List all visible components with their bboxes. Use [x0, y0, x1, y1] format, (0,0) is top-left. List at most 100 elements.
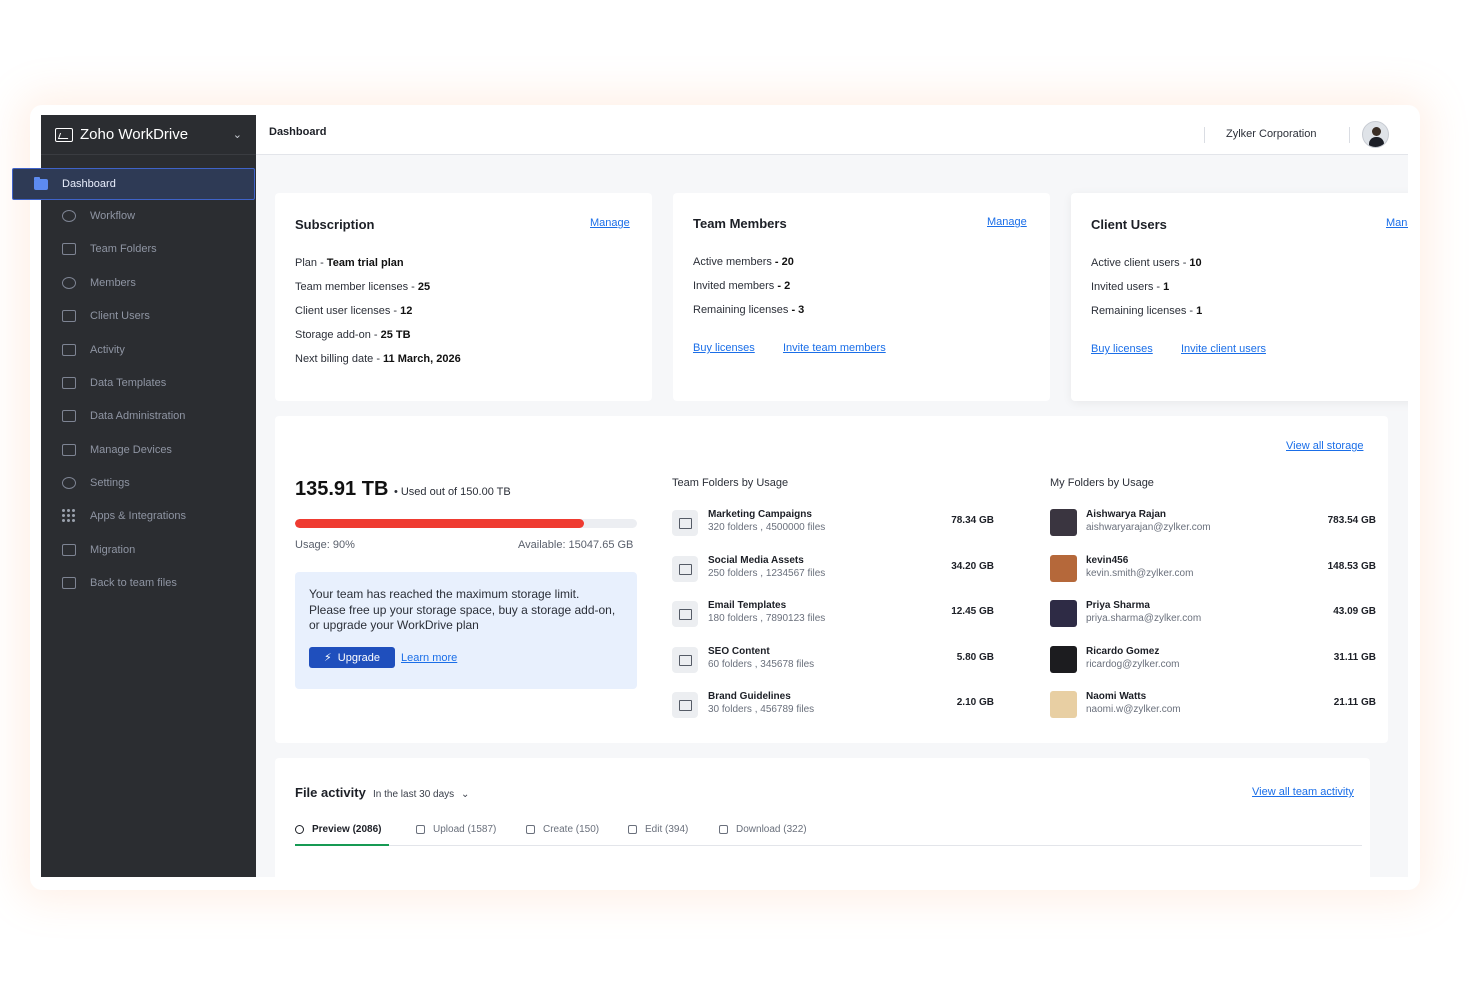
- sidebar-item-label: Back to team files: [90, 576, 177, 589]
- folder-icon: [34, 176, 48, 190]
- remaining-licenses-row: Remaining licenses - 3: [693, 304, 805, 316]
- subscription-manage-link[interactable]: Manage: [590, 217, 630, 229]
- team-manage-link[interactable]: Manage: [987, 216, 1027, 228]
- my-folder-row[interactable]: Aishwarya Rajan aishwaryarajan@zylker.com…: [1050, 506, 1376, 542]
- tab-preview[interactable]: Preview (2086): [295, 824, 382, 835]
- sidebar-item-data-administration[interactable]: Data Administration: [41, 399, 256, 432]
- storage-progress-bar: [295, 519, 637, 528]
- app-switcher[interactable]: Zoho WorkDrive ⌄: [41, 115, 256, 155]
- sidebar-item-manage-devices[interactable]: Manage Devices: [41, 433, 256, 466]
- folder-size: 783.54 GB: [1327, 515, 1376, 526]
- sidebar-item-apps-integrations[interactable]: Apps & Integrations: [41, 499, 256, 532]
- activity-icon: [62, 343, 76, 356]
- team-folders-usage-title: Team Folders by Usage: [672, 477, 789, 489]
- sidebar-item-client-users[interactable]: Client Users: [41, 299, 256, 332]
- plan-row: Plan - Team trial plan: [295, 257, 404, 269]
- upgrade-button[interactable]: ⚡︎ Upgrade: [309, 647, 395, 668]
- team-folder-icon: [672, 510, 698, 536]
- storage-limit-alert: Your team has reached the maximum storag…: [295, 572, 637, 689]
- folder-size: 21.11 GB: [1333, 697, 1376, 708]
- billing-date-row: Next billing date - 11 March, 2026: [295, 353, 461, 365]
- buy-licenses-link[interactable]: Buy licenses: [1091, 343, 1153, 355]
- team-folder-row[interactable]: Email Templates 180 folders , 7890123 fil…: [672, 597, 1002, 633]
- invite-client-users-link[interactable]: Invite client users: [1181, 343, 1266, 355]
- organization-name[interactable]: Zylker Corporation: [1226, 128, 1316, 140]
- user-thumbnail: [1050, 509, 1077, 536]
- lightning-icon: ⚡︎: [324, 652, 332, 664]
- view-all-storage-link[interactable]: View all storage: [1286, 440, 1363, 452]
- invited-users-row: Invited users - 1: [1091, 281, 1170, 293]
- team-folder-row[interactable]: SEO Content 60 folders , 345678 files 5.80…: [672, 643, 1002, 679]
- card-title: Subscription: [295, 217, 375, 232]
- date-range-dropdown[interactable]: In the last 30 days ⌄: [373, 789, 469, 800]
- folder-size: 5.80 GB: [956, 651, 994, 663]
- sidebar: Zoho WorkDrive ⌄ Workflow Team Folders M…: [41, 115, 256, 877]
- sidebar-item-team-folders[interactable]: Team Folders: [41, 232, 256, 265]
- sidebar-item-dashboard[interactable]: Dashboard: [12, 168, 255, 200]
- my-folder-row[interactable]: kevin456 kevin.smith@zylker.com 148.53 GB: [1050, 552, 1376, 588]
- available-storage: Available: 15047.65 GB: [518, 539, 634, 551]
- sidebar-item-workflow[interactable]: Workflow: [41, 199, 256, 232]
- team-folder-row[interactable]: Brand Guidelines 30 folders , 456789 file…: [672, 688, 1002, 724]
- sidebar-item-label: Workflow: [90, 209, 136, 222]
- user-thumbnail: [1050, 554, 1077, 582]
- folder-stats: 60 folders , 345678 files: [708, 658, 815, 670]
- tabs-divider: [295, 845, 1362, 846]
- sidebar-item-settings[interactable]: Settings: [41, 466, 256, 499]
- sidebar-item-back-to-team-files[interactable]: Back to team files: [41, 566, 256, 599]
- user-thumbnail: [1050, 645, 1077, 673]
- active-tab-indicator: [295, 844, 389, 846]
- sidebar-item-migration[interactable]: Migration: [41, 533, 256, 566]
- user-thumbnail: [1050, 691, 1077, 718]
- sidebar-item-label: Client Users: [90, 309, 150, 322]
- team-folder-row[interactable]: Marketing Campaigns 320 folders , 4500000…: [672, 506, 1002, 542]
- tab-upload[interactable]: Upload (1587): [416, 824, 496, 835]
- folder-name: Marketing Campaigns: [708, 509, 812, 520]
- folder-stats: 320 folders , 4500000 files: [708, 522, 826, 533]
- user-email: aishwaryarajan@zylker.com: [1086, 522, 1211, 533]
- file-activity-title: File activity: [295, 785, 366, 800]
- folder-stats: 250 folders , 1234567 files: [708, 567, 826, 579]
- devices-icon: [62, 443, 76, 456]
- eye-icon: [295, 825, 304, 834]
- header-divider: [1349, 127, 1350, 143]
- chevron-down-icon: ⌄: [460, 789, 470, 800]
- sidebar-item-label: Activity: [90, 343, 125, 356]
- tab-edit[interactable]: Edit (394): [628, 824, 688, 835]
- pencil-icon: [628, 825, 637, 834]
- card-title: Client Users: [1091, 217, 1167, 232]
- my-folder-row[interactable]: Priya Sharma priya.sharma@zylker.com 43.09…: [1050, 597, 1376, 633]
- storage-card: View all storage 135.91 TB • Used out of…: [275, 416, 1388, 743]
- client-manage-link[interactable]: Manage: [1386, 217, 1408, 229]
- user-name: Ricardo Gomez: [1086, 645, 1160, 657]
- file-activity-card: File activity In the last 30 days ⌄ View…: [275, 758, 1370, 877]
- folder-name: Social Media Assets: [708, 554, 804, 566]
- sidebar-item-label: Apps & Integrations: [90, 509, 187, 522]
- sidebar-item-activity[interactable]: Activity: [41, 333, 256, 366]
- my-folders-usage-title: My Folders by Usage: [1050, 477, 1154, 489]
- folder-name: Brand Guidelines: [708, 691, 791, 702]
- my-folder-row[interactable]: Naomi Watts naomi.w@zylker.com 21.11 GB: [1050, 688, 1376, 724]
- user-email: naomi.w@zylker.com: [1086, 704, 1181, 715]
- user-thumbnail: [1050, 600, 1077, 627]
- my-folder-row[interactable]: Ricardo Gomez ricardog@zylker.com 31.11 GB: [1050, 643, 1376, 679]
- gear-icon: [62, 476, 76, 489]
- team-folder-row[interactable]: Social Media Assets 250 folders , 1234567…: [672, 552, 1002, 588]
- sidebar-item-data-templates[interactable]: Data Templates: [41, 366, 256, 399]
- client-licenses-row: Client user licenses - 12: [295, 305, 413, 317]
- view-all-team-activity-link[interactable]: View all team activity: [1252, 786, 1354, 798]
- team-folder-icon: [672, 555, 698, 582]
- sidebar-item-label: Dashboard: [62, 178, 116, 190]
- storage-addon-row: Storage add-on - 25 TB: [295, 329, 411, 341]
- sidebar-item-members[interactable]: Members: [41, 266, 256, 299]
- tab-download[interactable]: Download (322): [719, 824, 807, 835]
- buy-licenses-link[interactable]: Buy licenses: [693, 342, 755, 354]
- learn-more-link[interactable]: Learn more: [401, 652, 457, 664]
- tab-create[interactable]: Create (150): [526, 824, 599, 835]
- sidebar-item-label: Team Folders: [90, 242, 157, 255]
- folder-stats: 180 folders , 7890123 files: [708, 613, 826, 624]
- active-client-users-row: Active client users - 10: [1091, 257, 1202, 269]
- page-title: Dashboard: [269, 126, 327, 138]
- user-avatar[interactable]: [1362, 121, 1389, 148]
- invite-team-members-link[interactable]: Invite team members: [783, 342, 886, 354]
